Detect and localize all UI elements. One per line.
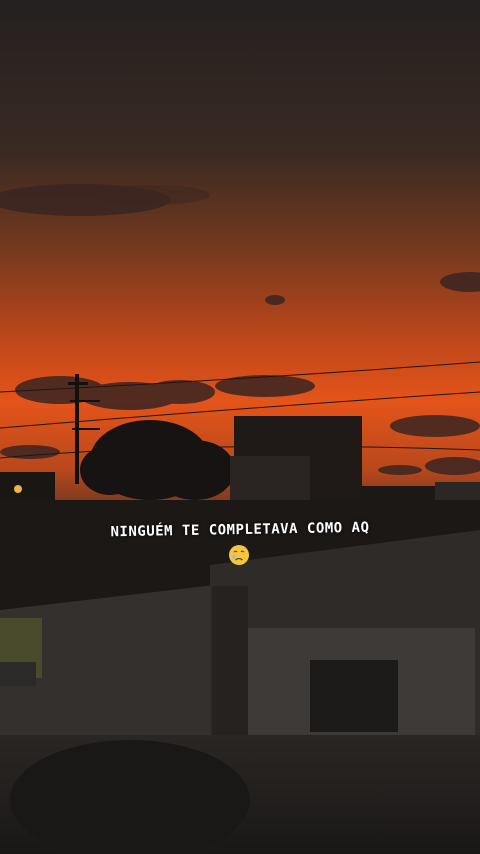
story-caption: NINGUÉM TE COMPLETAVA COMO AQ: [0, 520, 480, 541]
sunset-photo: [0, 0, 480, 854]
street-light: [14, 485, 22, 493]
sad-face-emoji-icon: [229, 545, 249, 565]
